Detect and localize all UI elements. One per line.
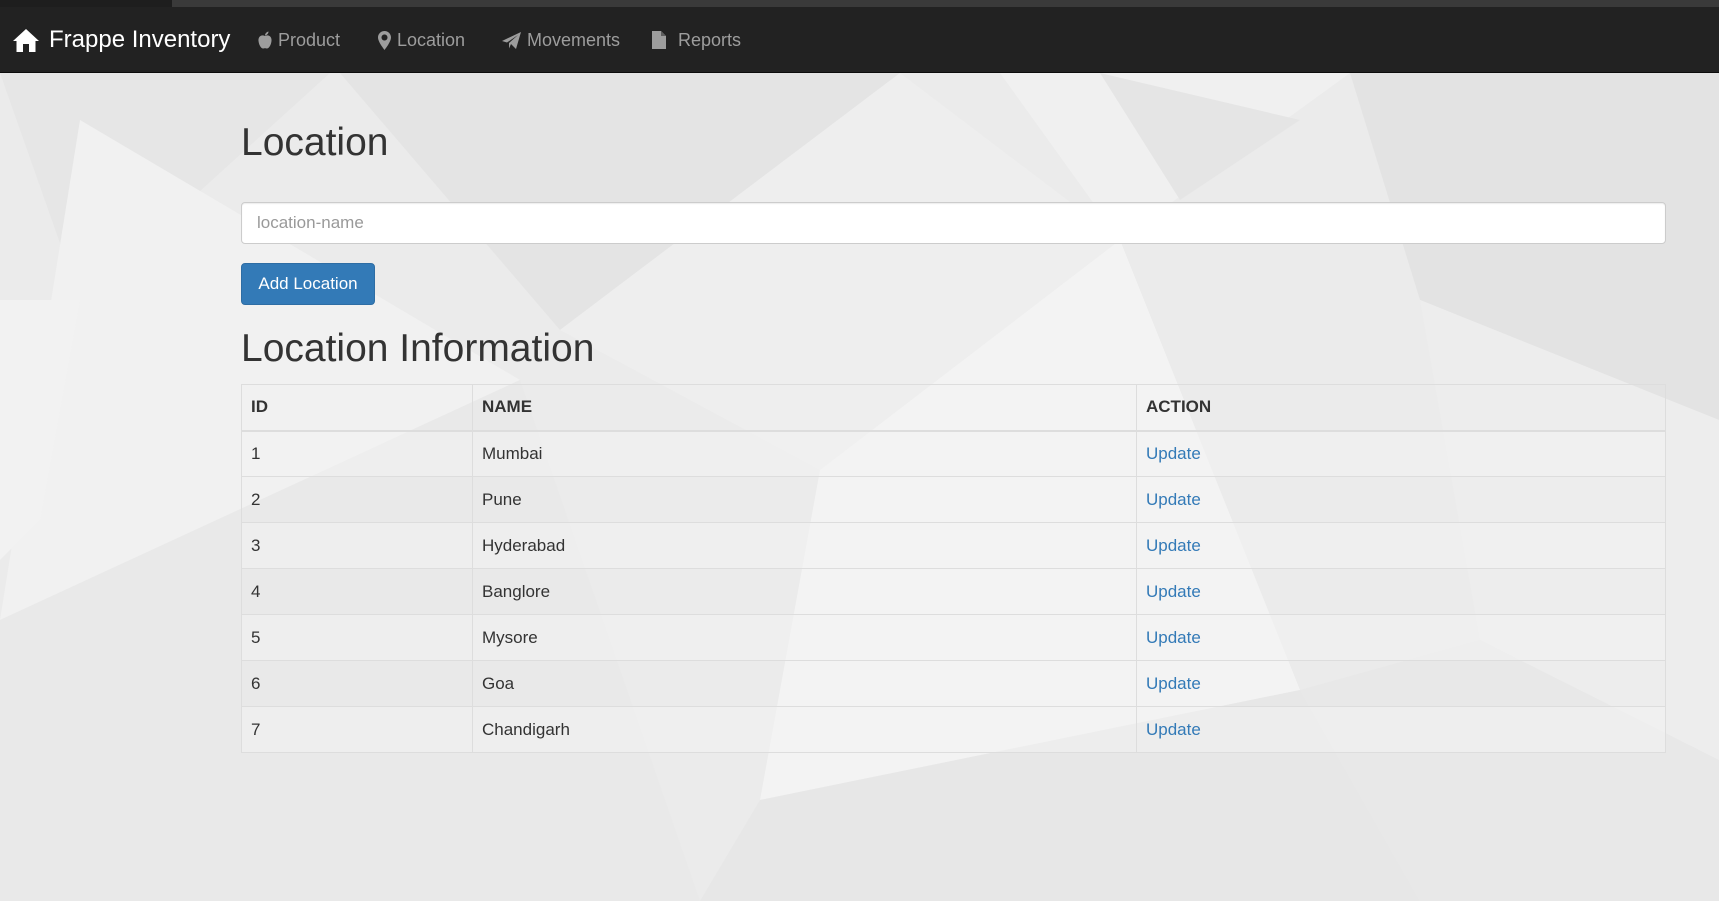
brand-name: Frappe Inventory xyxy=(49,26,231,53)
update-link[interactable]: Update xyxy=(1146,444,1201,463)
cell-name: Pune xyxy=(472,476,1137,523)
cell-name: Mysore xyxy=(472,614,1137,661)
nav-label: Movements xyxy=(527,29,621,50)
nav-item-product[interactable]: Product xyxy=(258,7,340,73)
window-top-edge xyxy=(0,0,1719,7)
table-row: 5 Mysore Update xyxy=(241,614,1666,661)
table-header: ID NAME ACTION xyxy=(241,384,1666,432)
top-navbar: Frappe Inventory Product Location Moveme… xyxy=(0,7,1719,73)
add-location-button[interactable]: Add Location xyxy=(241,263,375,305)
cell-action: Update xyxy=(1136,706,1666,753)
cell-action: Update xyxy=(1136,568,1666,615)
table-row: 6 Goa Update xyxy=(241,660,1666,707)
nav-item-reports[interactable]: Reports xyxy=(652,7,741,73)
update-link[interactable]: Update xyxy=(1146,582,1201,601)
update-link[interactable]: Update xyxy=(1146,628,1201,647)
nav-label: Reports xyxy=(678,29,742,50)
cell-action: Update xyxy=(1136,476,1666,523)
cell-action: Update xyxy=(1136,522,1666,569)
cell-action: Update xyxy=(1136,660,1666,707)
apple-icon xyxy=(258,31,272,49)
table-row: 2 Pune Update xyxy=(241,476,1666,523)
table-row: 1 Mumbai Update xyxy=(241,430,1666,477)
page-title: Location xyxy=(241,121,389,164)
nav-label: Product xyxy=(278,29,341,50)
table-header-row: ID NAME ACTION xyxy=(241,384,1666,432)
cell-id: 2 xyxy=(241,476,473,523)
cell-id: 1 xyxy=(241,430,473,477)
cell-name: Goa xyxy=(472,660,1137,707)
cell-name: Banglore xyxy=(472,568,1137,615)
file-icon xyxy=(652,31,666,49)
nav-item-location[interactable]: Location xyxy=(378,7,465,73)
table-row: 3 Hyderabad Update xyxy=(241,522,1666,569)
cell-action: Update xyxy=(1136,614,1666,661)
update-link[interactable]: Update xyxy=(1146,536,1201,555)
cell-id: 3 xyxy=(241,522,473,569)
cell-name: Chandigarh xyxy=(472,706,1137,753)
cell-id: 5 xyxy=(241,614,473,661)
home-icon xyxy=(13,29,39,52)
send-icon xyxy=(502,31,521,49)
table-row: 7 Chandigarh Update xyxy=(241,706,1666,753)
update-link[interactable]: Update xyxy=(1146,674,1201,693)
update-link[interactable]: Update xyxy=(1146,720,1201,739)
table-body: 1 Mumbai Update 2 Pune Update 3 Hyderaba… xyxy=(241,430,1666,753)
update-link[interactable]: Update xyxy=(1146,490,1201,509)
location-name-input[interactable] xyxy=(241,202,1666,244)
map-marker-icon xyxy=(378,30,391,50)
cell-id: 7 xyxy=(241,706,473,753)
cell-name: Mumbai xyxy=(472,430,1137,477)
location-table: ID NAME ACTION 1 Mumbai Update 2 Pune Up… xyxy=(241,384,1666,753)
nav-label: Location xyxy=(397,29,466,50)
section-title: Location Information xyxy=(241,327,595,370)
cell-id: 6 xyxy=(241,660,473,707)
nav-item-movements[interactable]: Movements xyxy=(502,7,620,73)
brand-link[interactable]: Frappe Inventory xyxy=(12,7,230,73)
table-row: 4 Banglore Update xyxy=(241,568,1666,615)
column-header-action: ACTION xyxy=(1136,384,1666,432)
column-header-name: NAME xyxy=(472,384,1137,432)
column-header-id: ID xyxy=(241,384,473,432)
cell-action: Update xyxy=(1136,430,1666,477)
cell-id: 4 xyxy=(241,568,473,615)
cell-name: Hyderabad xyxy=(472,522,1137,569)
